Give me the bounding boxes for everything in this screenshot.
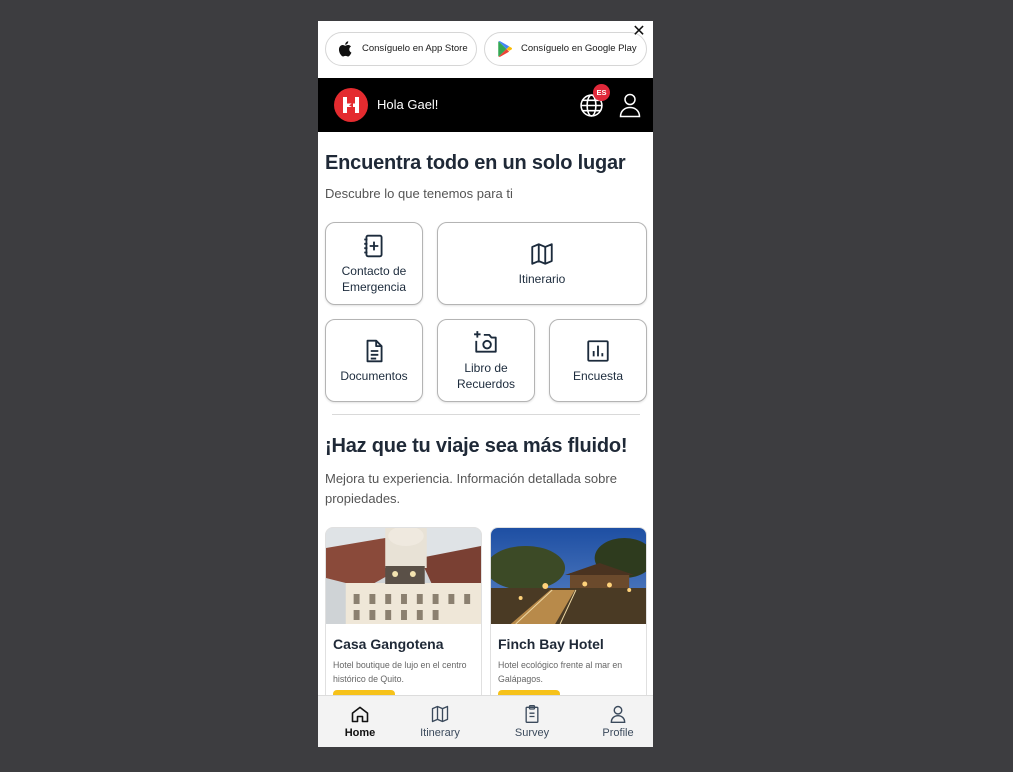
map-icon — [531, 242, 553, 265]
greeting-text: Hola Gael! — [377, 97, 439, 112]
user-icon — [610, 705, 626, 724]
tile-documents[interactable]: Documentos — [325, 319, 423, 402]
google-play-label: Consíguelo en Google Play — [521, 43, 637, 54]
nav-label: Home — [344, 727, 376, 739]
tile-emergency-contact[interactable]: Contacto de Emergencia — [325, 222, 423, 305]
home-icon — [351, 706, 369, 723]
card-title: Finch Bay Hotel — [498, 636, 604, 652]
hotel-photo — [326, 528, 481, 624]
app-download-banner: Consíguelo en App Store Consíguelo en Go… — [318, 21, 653, 78]
section-divider — [332, 414, 640, 415]
apple-icon — [336, 38, 356, 60]
tile-label: Libro de Recuerdos — [456, 360, 516, 391]
nav-profile[interactable]: Profile — [576, 696, 653, 747]
card-title: Casa Gangotena — [333, 636, 444, 652]
section-title: Encuentra todo en un solo lugar — [325, 152, 626, 174]
emergency-contact-icon — [364, 234, 383, 257]
nav-survey[interactable]: Survey — [490, 696, 574, 747]
map-icon — [431, 705, 449, 723]
language-badge[interactable]: ES — [593, 84, 610, 101]
tile-label: Itinerario — [518, 271, 566, 286]
app-header: Hola Gael! ES — [318, 78, 653, 132]
close-banner-button[interactable]: ✕ — [631, 24, 647, 40]
tile-label: Documentos — [340, 368, 408, 383]
hotel-photo — [491, 528, 646, 625]
document-icon — [366, 339, 383, 362]
tile-survey[interactable]: Encuesta — [549, 319, 647, 402]
section-subtitle-2: Mejora tu experiencia. Información detal… — [325, 471, 617, 506]
card-description: Hotel ecológico frente al mar en Galápag… — [498, 660, 623, 684]
add-photo-icon — [474, 330, 497, 353]
section-subtitle: Descubre lo que tenemos para ti — [325, 186, 513, 201]
tile-itinerary[interactable]: Itinerario — [437, 222, 647, 305]
nav-label: Survey — [514, 727, 550, 739]
nav-home[interactable]: Home — [318, 696, 402, 747]
tile-memory-book[interactable]: Libro de Recuerdos — [437, 319, 535, 402]
tile-label: Encuesta — [572, 368, 624, 383]
card-description: Hotel boutique de lujo en el centro hist… — [333, 660, 467, 684]
bar-chart-icon — [587, 339, 609, 362]
nav-label: Profile — [602, 727, 634, 739]
brand-logo-icon[interactable] — [334, 88, 368, 122]
google-play-icon — [495, 38, 515, 60]
app-store-button[interactable]: Consíguelo en App Store — [325, 32, 477, 66]
app-store-label: Consíguelo en App Store — [362, 43, 468, 54]
google-play-button[interactable]: Consíguelo en Google Play — [484, 32, 647, 66]
nav-itinerary[interactable]: Itinerary — [398, 696, 482, 747]
nav-label: Itinerary — [420, 727, 460, 739]
mobile-viewport: Consíguelo en App Store Consíguelo en Go… — [318, 21, 653, 747]
clipboard-icon — [525, 705, 539, 723]
tile-label: Contacto de Emergencia — [341, 263, 407, 294]
section-title-2: ¡Haz que tu viaje sea más fluido! — [325, 435, 628, 457]
bottom-navigation: Home Itinerary Survey Profile — [318, 695, 653, 747]
user-profile-icon[interactable] — [618, 92, 642, 118]
